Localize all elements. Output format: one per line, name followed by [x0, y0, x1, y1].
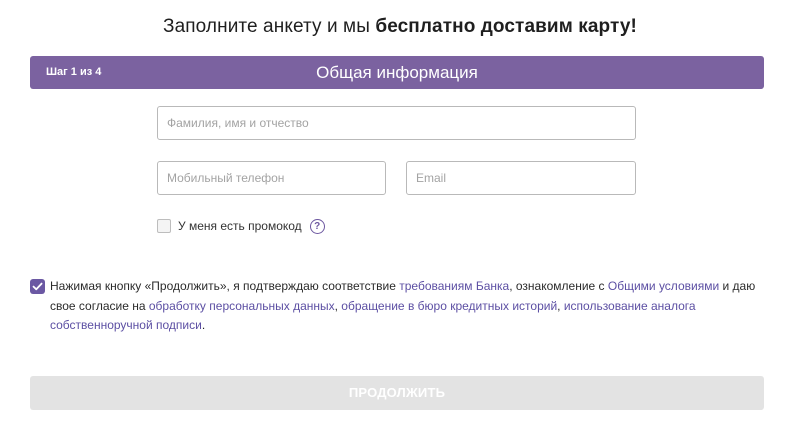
step-header-bar: Шаг 1 из 4 Общая информация [30, 56, 764, 89]
question-icon[interactable]: ? [309, 218, 325, 234]
application-form-page: Заполните анкету и мы бесплатно доставим… [0, 0, 800, 428]
general-terms-link[interactable]: Общими условиями [608, 279, 719, 293]
phone-input[interactable] [158, 162, 385, 194]
page-title: Заполните анкету и мы бесплатно доставим… [0, 16, 800, 38]
consent-text-part: . [201, 318, 206, 332]
consent-text-part: , ознакомление с [509, 279, 608, 293]
promo-code-row: У меня есть промокод ? [157, 217, 325, 235]
email-input[interactable] [407, 162, 635, 194]
email-field[interactable] [406, 161, 636, 195]
credit-bureau-link[interactable]: обращение в бюро кредитных историй [341, 299, 557, 313]
consent-text-part: , [557, 298, 564, 313]
bank-requirements-link[interactable]: требованиям Банка [399, 279, 509, 293]
promo-code-label[interactable]: У меня есть промокод [178, 219, 302, 233]
consent-text: Нажимая кнопку «Продолжить», я подтвержд… [50, 277, 770, 336]
full-name-input[interactable] [158, 107, 635, 139]
full-name-field[interactable] [157, 106, 636, 140]
personal-data-link[interactable]: обработку персональных данных [149, 299, 335, 313]
page-title-regular: Заполните анкету и мы [163, 16, 376, 37]
consent-checkbox[interactable] [30, 279, 45, 294]
page-title-bold: бесплатно доставим карту! [375, 16, 637, 37]
step-title: Общая информация [316, 63, 478, 82]
continue-button[interactable]: ПРОДОЛЖИТЬ [30, 376, 764, 410]
checkmark-icon [32, 282, 43, 291]
consent-text-part: Нажимая кнопку «Продолжить», я подтвержд… [50, 279, 400, 293]
promo-code-checkbox[interactable] [157, 219, 171, 233]
phone-field[interactable] [157, 161, 386, 195]
